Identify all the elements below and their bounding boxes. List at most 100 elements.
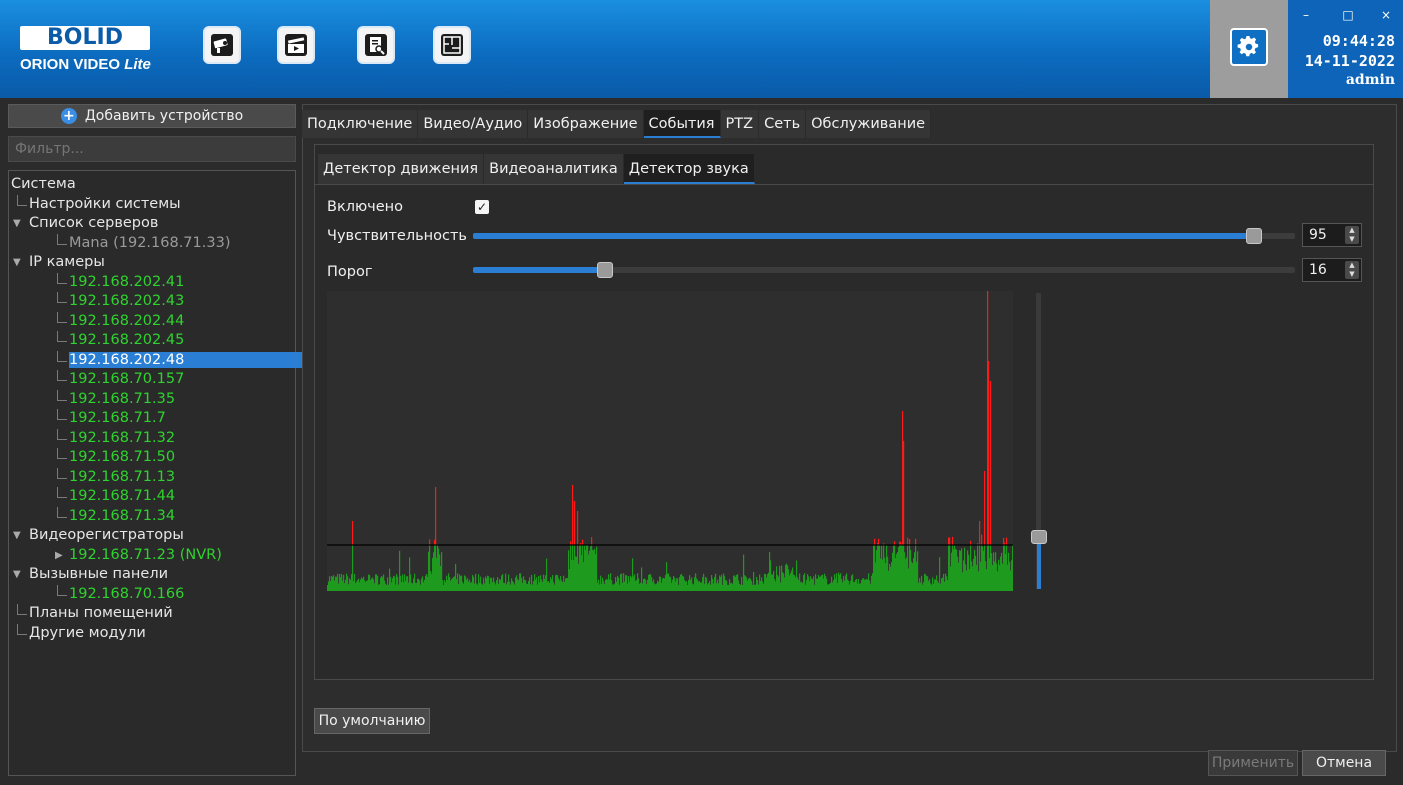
tab-ptz[interactable]: PTZ	[720, 110, 760, 138]
tree-branch-line	[17, 623, 18, 634]
minimize-icon[interactable]: –	[1298, 8, 1314, 22]
tab-sound-detector[interactable]: Детектор звука	[623, 154, 755, 184]
tree-ip-cameras[interactable]: ▼ IP камеры	[9, 253, 295, 273]
floor-plan-icon[interactable]	[433, 26, 471, 64]
sensitivity-spinbox[interactable]: 95 ▲ ▼	[1302, 223, 1362, 247]
tree-item-label: 192.168.202.43	[69, 293, 185, 309]
tab-events[interactable]: События	[643, 110, 721, 138]
tree-item-label: Планы помещений	[29, 605, 173, 621]
tree-camera-item[interactable]: 192.168.71.13	[9, 467, 295, 488]
tree-branch-line	[57, 389, 58, 400]
tree-camera-item[interactable]: 192.168.202.45	[9, 331, 295, 351]
level-bar-above-threshold	[591, 537, 593, 545]
level-bar-above-threshold	[1006, 537, 1008, 545]
tree-item-label: 192.168.70.157	[69, 371, 185, 387]
camera-icon[interactable]	[203, 26, 241, 64]
tree-branch-line	[57, 331, 58, 341]
level-bar-above-threshold	[874, 538, 876, 545]
collapse-arrow-icon[interactable]: ▼	[13, 565, 21, 585]
tree-camera-item[interactable]: 192.168.71.32	[9, 428, 295, 449]
enabled-label: Включено	[327, 199, 404, 215]
tree-item-label: Другие модули	[29, 624, 146, 641]
add-device-button[interactable]: + Добавить устройство	[8, 104, 296, 128]
expand-arrow-icon[interactable]: ▶	[55, 546, 63, 566]
tree-branch-line	[57, 409, 58, 419]
spin-arrows-icon[interactable]: ▲ ▼	[1345, 226, 1359, 244]
enabled-checkbox[interactable]: ✓	[475, 200, 489, 214]
threshold-slider[interactable]	[473, 262, 1295, 278]
reset-default-button[interactable]: По умолчанию	[314, 708, 430, 734]
threshold-slider-handle[interactable]	[597, 262, 613, 278]
current-user: admin	[1345, 72, 1395, 88]
tree-camera-item[interactable]: 192.168.71.34	[9, 506, 295, 527]
tree-servers-list[interactable]: ▼ Список серверов	[9, 214, 295, 234]
settings-tile	[1210, 0, 1288, 98]
apply-button[interactable]: Применить	[1208, 750, 1298, 776]
tree-camera-item[interactable]: 192.168.71.35	[9, 389, 295, 410]
threshold-spinbox[interactable]: 16 ▲ ▼	[1302, 258, 1362, 282]
collapse-arrow-icon[interactable]: ▼	[13, 253, 21, 273]
tab-video-analytics[interactable]: Видеоаналитика	[484, 154, 624, 184]
clock-time: 09:44:28	[1322, 32, 1395, 50]
tree-recorder-item[interactable]: ▶ 192.168.71.23 (NVR)	[9, 546, 295, 566]
device-tree: Система Настройки системы ▼ Список серверов…	[8, 170, 485, 776]
tree-branch-line	[57, 302, 67, 303]
tree-server-item[interactable]: Mana (192.168.71.33)	[9, 233, 295, 254]
tab-video-audio[interactable]: Видео/Аудио	[418, 110, 529, 138]
level-meter-handle[interactable]	[1031, 530, 1047, 544]
tree-floor-plans[interactable]: Планы помещений	[9, 604, 295, 624]
tree-branch-line	[57, 448, 58, 458]
sensitivity-slider[interactable]	[473, 228, 1295, 244]
logo-text: BOLID	[20, 26, 150, 50]
tree-branch-line	[57, 516, 67, 518]
tree-camera-item[interactable]: 192.168.202.43	[9, 292, 295, 312]
tree-branch-line	[17, 633, 27, 635]
document-search-icon[interactable]	[357, 26, 395, 64]
gear-icon[interactable]	[1230, 28, 1268, 66]
tree-camera-item[interactable]: 192.168.202.48	[9, 350, 485, 371]
tree-branch-line	[57, 360, 67, 362]
tree-camera-item[interactable]: 192.168.71.44	[9, 487, 295, 507]
maximize-icon[interactable]: □	[1340, 8, 1356, 22]
clock-date: 14-11-2022	[1304, 52, 1395, 70]
tree-branch-line	[57, 311, 58, 322]
tree-intercom-item[interactable]: 192.168.70.166	[9, 584, 295, 605]
filter-input[interactable]	[8, 136, 296, 162]
tree-item-label: 192.168.71.7	[69, 410, 166, 426]
tab-network[interactable]: Сеть	[759, 110, 807, 138]
level-bar-above-threshold	[988, 361, 990, 545]
close-icon[interactable]: ×	[1378, 8, 1394, 22]
tree-system[interactable]: Система	[9, 175, 295, 195]
video-clip-icon[interactable]	[277, 26, 315, 64]
tree-camera-item[interactable]: 192.168.71.7	[9, 409, 295, 429]
tree-camera-item[interactable]: 192.168.202.44	[9, 311, 295, 332]
tree-item-label: IP камеры	[29, 254, 105, 270]
logo-subtitle: ORION VIDEO Lite	[20, 56, 151, 73]
level-bar-above-threshold	[577, 511, 579, 545]
tree-camera-item[interactable]: 192.168.70.157	[9, 370, 295, 390]
tree-intercoms[interactable]: ▼ Вызывные панели	[9, 565, 295, 585]
tree-item-label: 192.168.202.41	[69, 273, 185, 290]
tab-maintenance[interactable]: Обслуживание	[806, 110, 932, 138]
tab-motion-detector[interactable]: Детектор движения	[318, 154, 485, 184]
tree-branch-line	[17, 204, 27, 206]
tree-camera-item[interactable]: 192.168.71.50	[9, 448, 295, 468]
tree-system-settings[interactable]: Настройки системы	[9, 194, 295, 215]
tab-image[interactable]: Изображение	[528, 110, 644, 138]
tree-item-label: 192.168.71.50	[69, 449, 176, 465]
tree-camera-item[interactable]: 192.168.202.41	[9, 272, 295, 293]
cancel-button[interactable]: Отмена	[1302, 750, 1386, 776]
sensitivity-slider-handle[interactable]	[1246, 228, 1262, 244]
spin-arrows-icon[interactable]: ▲ ▼	[1345, 261, 1359, 279]
clock-panel: – □ × 09:44:28 14-11-2022 admin	[1288, 0, 1403, 98]
collapse-arrow-icon[interactable]: ▼	[13, 214, 21, 234]
tab-connection[interactable]: Подключение	[302, 110, 419, 138]
tree-recorders[interactable]: ▼ Видеорегистраторы	[9, 526, 295, 546]
level-bar-above-threshold	[907, 537, 909, 545]
collapse-arrow-icon[interactable]: ▼	[13, 526, 21, 546]
level-bar-below-threshold	[1012, 545, 1013, 591]
threshold-slider-fill	[473, 267, 605, 273]
level-bar-above-threshold	[429, 539, 431, 545]
tree-other-modules[interactable]: Другие модули	[9, 623, 295, 644]
tree-branch-line	[57, 380, 67, 381]
